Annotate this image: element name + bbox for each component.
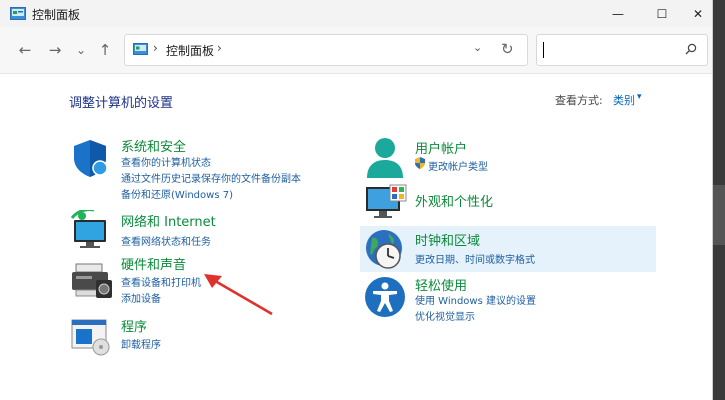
search-input[interactable] (543, 40, 677, 60)
category-title-appearance[interactable]: 外观和个性化 (415, 191, 493, 210)
programs-icon[interactable] (70, 318, 112, 356)
address-bar[interactable]: › 控制面板 › ⌄ ↻ (124, 34, 528, 66)
category-title-programs[interactable]: 程序 (121, 316, 147, 335)
navigation-bar: ← → ⌄ ↑ › 控制面板 › ⌄ ↻ (0, 27, 712, 74)
view-by-label: 查看方式: (555, 94, 603, 107)
desktop-background (711, 0, 725, 400)
category-title-network-internet[interactable]: 网络和 Internet (121, 211, 216, 230)
breadcrumb-separator[interactable]: › (153, 41, 158, 55)
control-panel-icon (133, 43, 148, 55)
search-box[interactable] (536, 34, 708, 66)
text-cursor (543, 42, 544, 58)
back-button[interactable]: ← (14, 40, 36, 60)
appearance-icon[interactable] (364, 183, 408, 223)
up-button[interactable]: ↑ (94, 40, 116, 60)
control-panel-icon (10, 7, 26, 20)
category-title-clock-region[interactable]: 时钟和区域 (415, 230, 480, 249)
recent-locations-button[interactable]: ⌄ (70, 40, 92, 60)
view-by-dropdown[interactable]: 类别 (613, 92, 635, 108)
chevron-down-icon[interactable]: ▾ (637, 92, 642, 102)
link-optimize-visual-display[interactable]: 优化视觉显示 (415, 308, 475, 323)
link-view-devices-printers[interactable]: 查看设备和打印机 (121, 274, 201, 289)
title-bar: 控制面板 — ☐ ✕ (0, 0, 712, 27)
link-change-date-time-format[interactable]: 更改日期、时间或数字格式 (415, 251, 535, 266)
minimize-button[interactable]: — (596, 0, 640, 27)
window-title: 控制面板 (32, 8, 81, 22)
user-icon[interactable] (364, 136, 406, 180)
address-dropdown-button[interactable]: ⌄ (473, 41, 482, 54)
link-change-account-type[interactable]: 更改帐户类型 (428, 158, 488, 173)
printer-icon[interactable] (70, 262, 114, 300)
link-windows-recommended-settings[interactable]: 使用 Windows 建议的设置 (415, 292, 536, 307)
close-button[interactable]: ✕ (676, 0, 720, 27)
page-heading: 调整计算机的设置 (69, 96, 174, 111)
network-icon[interactable] (70, 210, 112, 250)
control-panel-window: 控制面板 — ☐ ✕ ← → ⌄ ↑ › 控制面板 › ⌄ ↻ 调整计算机的设置… (0, 0, 713, 400)
category-title-hardware-sound[interactable]: 硬件和声音 (121, 254, 186, 273)
link-add-device[interactable]: 添加设备 (121, 290, 161, 305)
link-backup-restore[interactable]: 备份和还原(Windows 7) (121, 186, 233, 201)
breadcrumb-separator[interactable]: › (217, 41, 222, 55)
annotation-arrow-icon (204, 274, 273, 316)
clock-globe-icon[interactable] (364, 228, 408, 272)
link-network-status-tasks[interactable]: 查看网络状态和任务 (121, 233, 211, 248)
shield-icon[interactable] (70, 138, 110, 178)
link-view-computer-status[interactable]: 查看你的计算机状态 (121, 154, 211, 169)
link-file-history-backup[interactable]: 通过文件历史记录保存你的文件备份副本 (121, 170, 301, 185)
category-title-system-security[interactable]: 系统和安全 (121, 136, 186, 155)
breadcrumb-control-panel[interactable]: 控制面板 (166, 42, 214, 59)
accessibility-icon[interactable] (364, 276, 406, 318)
category-title-user-accounts[interactable]: 用户帐户 (415, 138, 467, 157)
uac-shield-icon (415, 157, 425, 169)
search-icon[interactable] (685, 43, 697, 55)
desktop-item (713, 185, 725, 245)
refresh-button[interactable]: ↻ (501, 40, 514, 58)
link-uninstall-program[interactable]: 卸载程序 (121, 336, 161, 351)
forward-button[interactable]: → (44, 40, 66, 60)
